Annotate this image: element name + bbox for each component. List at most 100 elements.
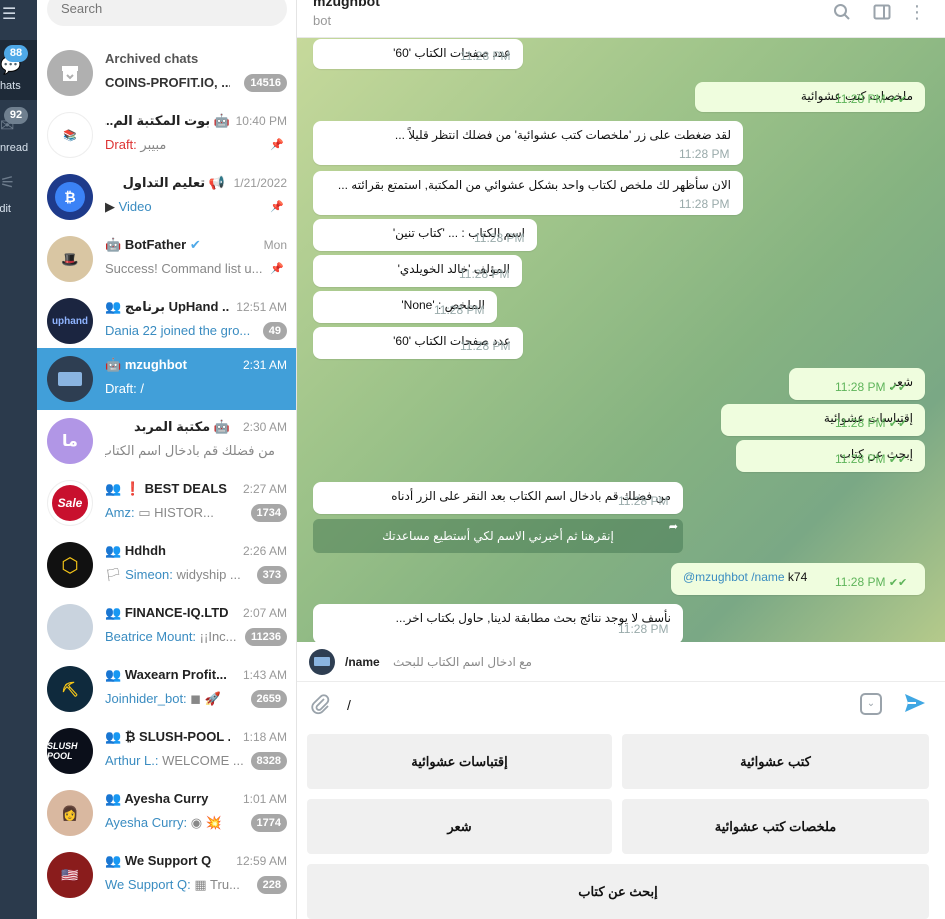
- chat-name: 👥 ₿ SLUSH-POOL ...: [105, 729, 230, 746]
- chat-item[interactable]: Sale 👥 ❗ BEST DEALS ... 2:27 AM Amz: ▭ H…: [37, 472, 296, 534]
- message-outgoing: شعر 11:28 PM ✔✔: [789, 368, 925, 400]
- chat-name-text: Hdhdh: [124, 543, 166, 558]
- chat-name: 📢 تعليم التداول: [105, 175, 225, 192]
- bot-avatar-graphic: [58, 372, 82, 386]
- chat-preview: Ayesha Curry: ◉ 💥: [105, 815, 255, 832]
- message-outgoing: إقتباسات عشوائية 11:28 PM ✔✔: [721, 404, 925, 436]
- avatar: ₿: [47, 174, 93, 220]
- pin-icon: 📌: [270, 139, 284, 151]
- read-check-icon: ✔✔: [888, 454, 908, 466]
- preview-sender: Beatrice Mount:: [105, 629, 197, 644]
- preview-text: WELCOME ...: [162, 753, 244, 768]
- chat-item-archived[interactable]: Archived chats COINS-PROFIT.IO, ... 1451…: [37, 42, 296, 104]
- media-thumb-icon: ▦: [194, 877, 211, 892]
- bot-icon: 🤖: [210, 113, 230, 128]
- pin-icon: 📌: [270, 263, 284, 275]
- chat-name: 🤖 بوت المكتبة الم...: [105, 113, 230, 130]
- chat-item[interactable]: uphand 👥 برنامج UpHand ... 12:51 AM Dani…: [37, 290, 296, 352]
- chat-name-text: BotFather: [124, 237, 187, 252]
- bot-command-link[interactable]: @mzughbot /name: [683, 570, 785, 584]
- bot-icon: 🤖: [105, 237, 125, 252]
- message-time: 11:28 PM: [459, 267, 510, 281]
- chat-item[interactable]: 👥 FINANCE-IQ.LTD 2:07 AM Beatrice Mount:…: [37, 596, 296, 658]
- keyboard-toggle-icon[interactable]: ⌄: [860, 693, 882, 715]
- folder-unread[interactable]: ✉ 92 Unread: [0, 100, 37, 160]
- inline-keyboard-button[interactable]: إنقرهنا ثم أخبرني الاسم لكي أستطيع مساعد…: [313, 519, 683, 553]
- message-text: @mzughbot /name k74: [683, 570, 807, 584]
- folder-chats[interactable]: 💬 88 Chats: [0, 40, 37, 100]
- chat-item[interactable]: 👩 👥 Ayesha Curry 1:01 AM Ayesha Curry: ◉…: [37, 782, 296, 844]
- chat-name-text: ❗ BEST DEALS ...: [124, 481, 230, 496]
- chat-preview: Beatrice Mount: ¡¡Inc...: [105, 629, 245, 646]
- chat-preview: Joinhider_bot: ◼ 🚀: [105, 691, 255, 708]
- message-composer: ⌄: [297, 682, 945, 728]
- chat-item[interactable]: ₿ 📢 تعليم التداول 1/21/2022 ▶ Video 📌: [37, 166, 296, 228]
- keyboard-button-random-books[interactable]: كتب عشوائية: [622, 734, 929, 789]
- folder-label: Edit: [0, 203, 11, 215]
- unread-badge: 1734: [250, 504, 287, 522]
- message-outgoing: @mzughbot /name k74 11:28 PM ✔✔: [671, 563, 925, 595]
- chat-list: Archived chats COINS-PROFIT.IO, ... 1451…: [37, 0, 297, 919]
- folder-badge: 88: [4, 45, 28, 62]
- avatar: 🇺🇸: [47, 852, 93, 898]
- more-vert-icon[interactable]: ⋮: [905, 0, 929, 24]
- reply-keyboard: كتب عشوائية إقتباسات عشوائية ملخصات كتب …: [297, 728, 945, 919]
- archive-icon: [47, 50, 93, 96]
- sidebar-toggle-icon[interactable]: [870, 0, 894, 24]
- keyboard-button-poetry[interactable]: شعر: [307, 799, 612, 854]
- paperclip-icon[interactable]: [309, 693, 333, 717]
- search-input[interactable]: [47, 0, 287, 26]
- chat-name-text: Waxearn Profit...: [124, 667, 227, 682]
- rocket-icon: ◼ 🚀: [190, 691, 221, 706]
- send-icon[interactable]: [903, 691, 929, 717]
- chat-name: 🤖 mzughbot: [105, 357, 230, 374]
- keyboard-button-search-book[interactable]: إبحث عن كتاب: [307, 864, 929, 919]
- keyboard-button-random-quotes[interactable]: إقتباسات عشوائية: [307, 734, 612, 789]
- read-check-icon: ✔✔: [888, 577, 908, 589]
- chat-preview: Success! Command list u...: [105, 261, 263, 276]
- keyboard-button-random-summaries[interactable]: ملخصات كتب عشوائية: [622, 799, 929, 854]
- search-icon[interactable]: [830, 0, 854, 24]
- chat-name-text: Ayesha Curry: [124, 791, 209, 806]
- chat-title[interactable]: mzughbot: [313, 0, 380, 9]
- command-suggestion[interactable]: /name مع ادخال اسم الكتاب للبحث: [297, 642, 945, 682]
- folder-edit[interactable]: ⚟ Edit: [0, 165, 37, 225]
- group-icon: 👥: [105, 791, 125, 806]
- avatar: SLUSH POOL: [47, 728, 93, 774]
- avatar: [47, 356, 93, 402]
- chat-name-text: تعليم التداول: [122, 175, 206, 190]
- chat-item[interactable]: 🎩 🤖 BotFather ✔ Mon Success! Command lis…: [37, 228, 296, 290]
- chat-item[interactable]: ⛏ 👥 Waxearn Profit... 1:43 AM Joinhider_…: [37, 658, 296, 720]
- unread-badge: 373: [256, 566, 287, 584]
- avatar: [47, 604, 93, 650]
- chat-item[interactable]: 🇺🇸 👥 We Support Q 12:59 AM We Support Q:…: [37, 844, 296, 906]
- chat-item-selected[interactable]: 🤖 mzughbot 2:31 AM Draft: /: [37, 348, 296, 410]
- message-time: 11:28 PM: [679, 197, 730, 211]
- chat-time: 1/21/2022: [233, 176, 287, 190]
- group-icon: 👥: [105, 667, 125, 682]
- chat-status: bot: [313, 13, 332, 28]
- message-time: 11:28 PM ✔✔: [835, 92, 907, 106]
- message-incoming: عدد صفحات الكتاب '60' 11:28 PM: [313, 39, 523, 69]
- chat-item[interactable]: 📚 🤖 بوت المكتبة الم... 10:40 PM Draft: م…: [37, 104, 296, 166]
- message-time: 11:28 PM: [434, 303, 485, 317]
- bitcoin-icon: ₿: [55, 182, 85, 212]
- preview-text: Tru...: [210, 877, 240, 892]
- menu-icon[interactable]: ☰: [0, 4, 37, 24]
- chat-header: mzughbot bot ⋮: [297, 0, 945, 38]
- chat-item[interactable]: ⬡ 👥 Hdhdh 2:26 AM 🏳 Simeon: widyship ...…: [37, 534, 296, 596]
- message-incoming: المؤلف 'خالد الخويلدي' 11:28 PM: [313, 255, 522, 287]
- message-input[interactable]: [347, 694, 847, 716]
- avatar: 🎩: [47, 236, 93, 282]
- message-time: 11:28 PM: [618, 622, 669, 636]
- preview-text: /: [140, 381, 145, 396]
- coins-logo-icon: ⛏: [47, 666, 93, 712]
- chat-name: 👥 Waxearn Profit...: [105, 667, 230, 684]
- avatar: ما: [47, 418, 93, 464]
- chat-item[interactable]: ما 🤖 مكتبة المربد 2:30 AM من فضلك قم باد…: [37, 410, 296, 472]
- unread-badge: 49: [262, 322, 287, 340]
- folder-label: Chats: [0, 80, 21, 92]
- chat-item[interactable]: SLUSH POOL 👥 ₿ SLUSH-POOL ... 1:18 AM Ar…: [37, 720, 296, 782]
- unread-badge: 8328: [250, 752, 287, 770]
- preview-text: Video: [118, 199, 152, 214]
